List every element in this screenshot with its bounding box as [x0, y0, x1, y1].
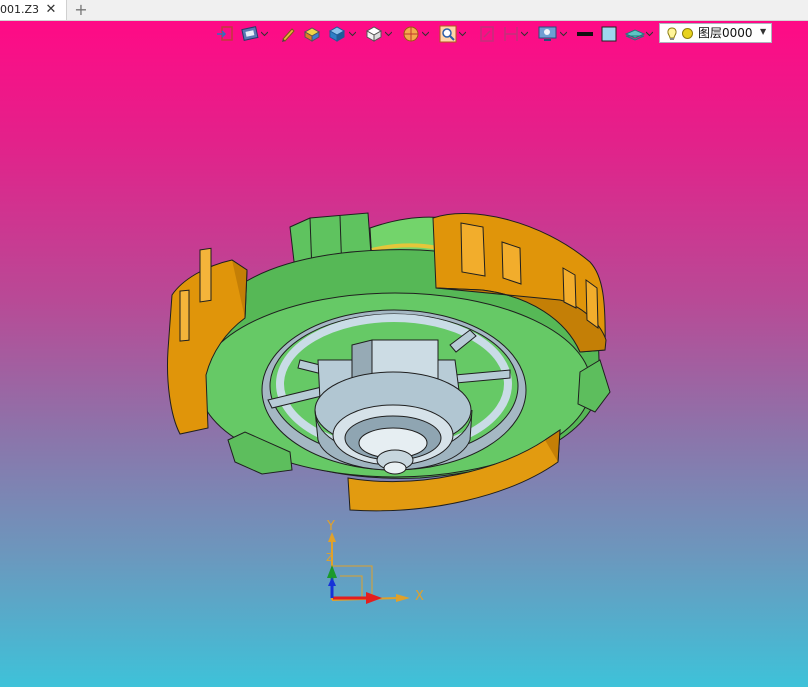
- z-axis-label: Z: [326, 551, 334, 564]
- axis-triad: [327, 532, 410, 604]
- y-axis-label: Y: [327, 519, 335, 534]
- x-axis-label: X: [415, 589, 424, 604]
